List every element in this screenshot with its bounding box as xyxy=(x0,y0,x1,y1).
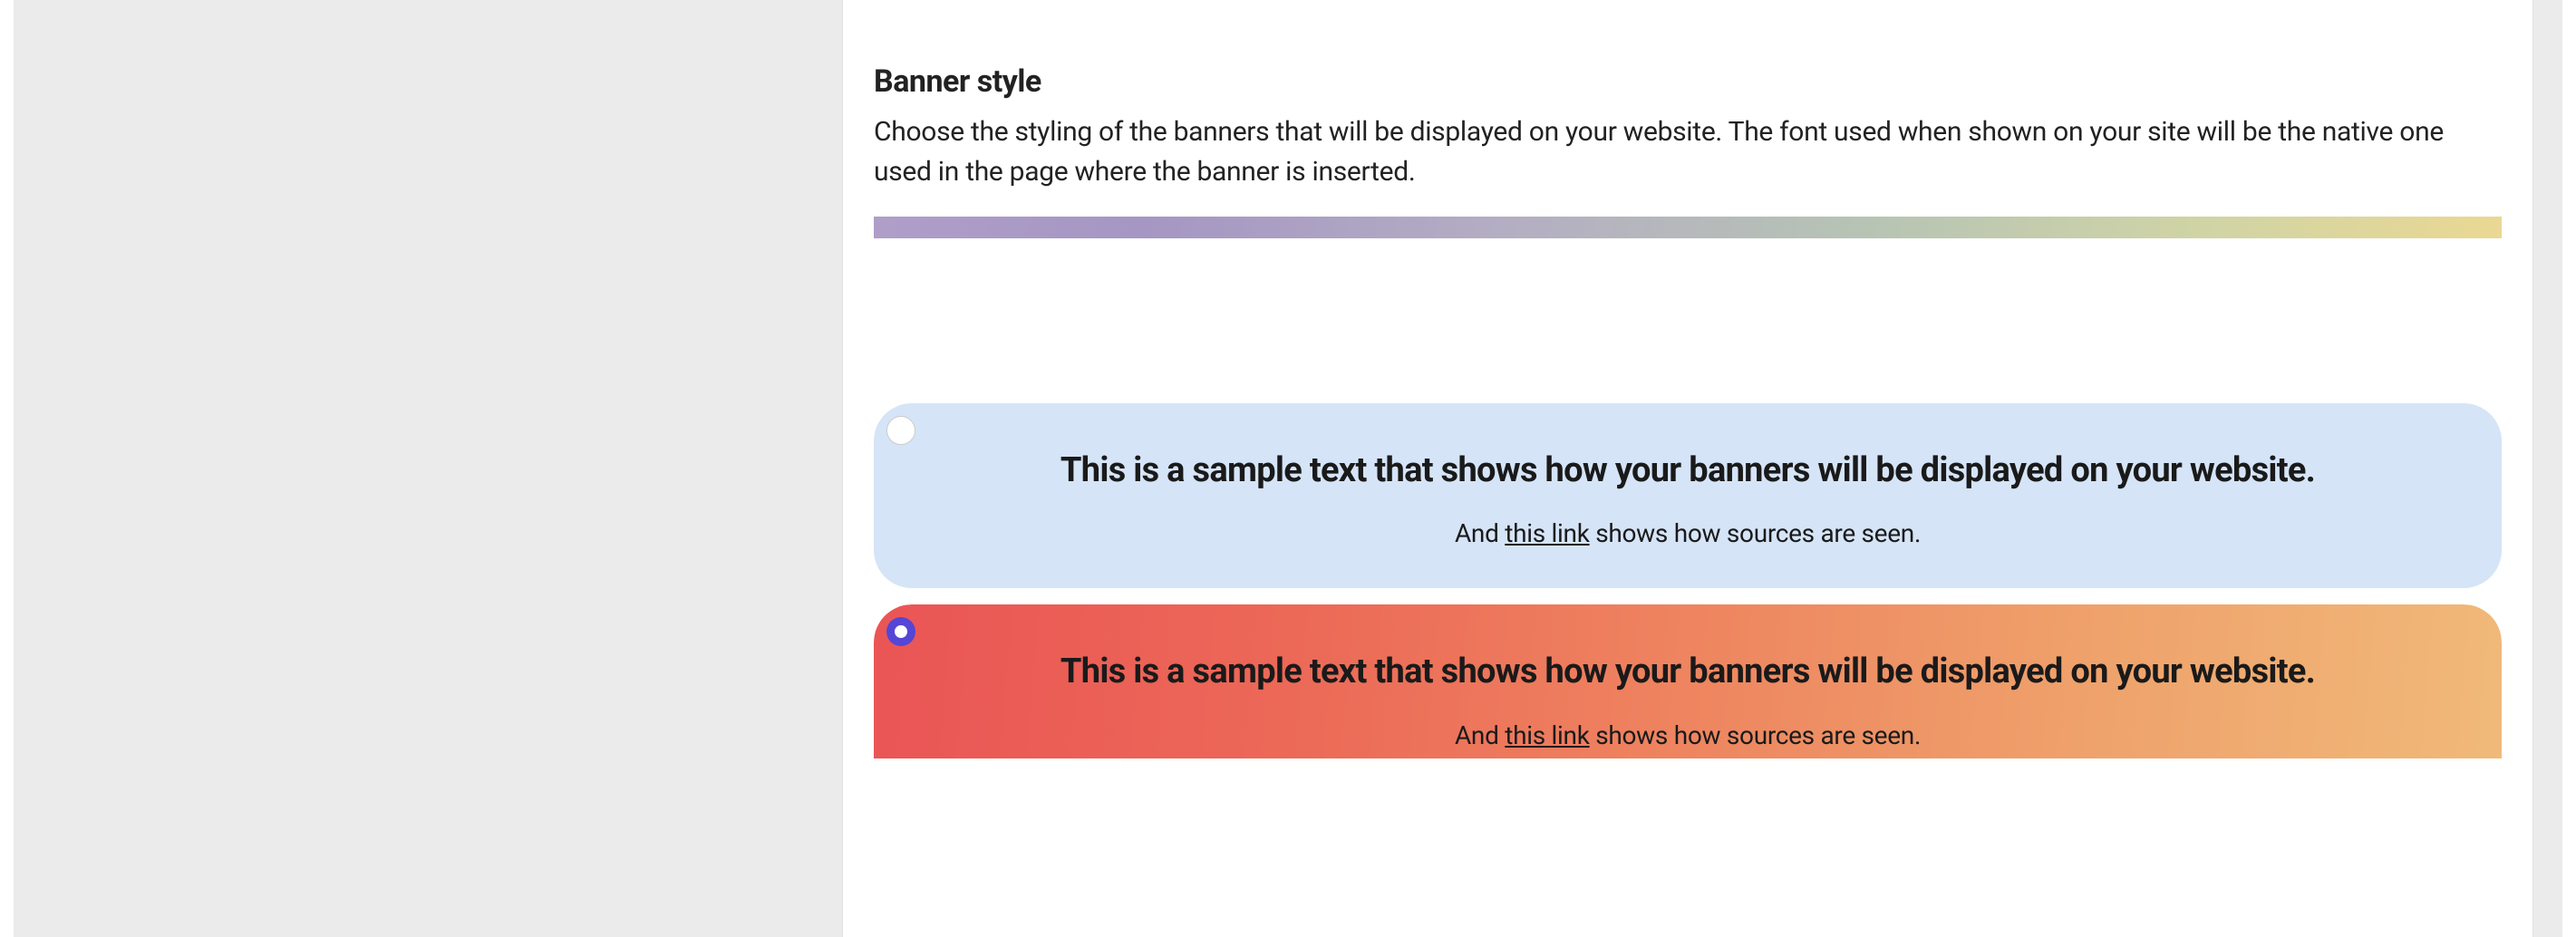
section-title: Banner style xyxy=(874,63,2502,100)
banner-headline: This is a sample text that shows how you… xyxy=(928,650,2447,694)
banner-headline: This is a sample text that shows how you… xyxy=(928,449,2447,493)
banner-subtext: And this link shows how sources are seen… xyxy=(928,518,2447,548)
banner-option-light-blue[interactable]: This is a sample text that shows how you… xyxy=(874,403,2502,588)
page-edge-left xyxy=(0,0,14,937)
banner-option-gradient-pastel[interactable]: This is a sample text that shows how you… xyxy=(874,217,2502,387)
radio-unselected-icon[interactable] xyxy=(886,416,915,445)
banner-sample-link[interactable]: this link xyxy=(1505,720,1589,750)
banner-option-gradient-warm[interactable]: This is a sample text that shows how you… xyxy=(874,604,2502,758)
banner-style-options: This is a sample text that shows how you… xyxy=(874,217,2502,758)
page-edge-right xyxy=(2562,0,2576,937)
main-panel: Banner style Choose the styling of the b… xyxy=(748,0,2562,937)
sidebar-region xyxy=(14,0,748,937)
section-description: Choose the styling of the banners that w… xyxy=(874,112,2502,191)
settings-card: Banner style Choose the styling of the b… xyxy=(842,0,2533,937)
banner-sample-link[interactable]: this link xyxy=(1505,518,1589,548)
radio-selected-icon[interactable] xyxy=(886,617,915,646)
banner-subtext: And this link shows how sources are seen… xyxy=(928,720,2447,750)
